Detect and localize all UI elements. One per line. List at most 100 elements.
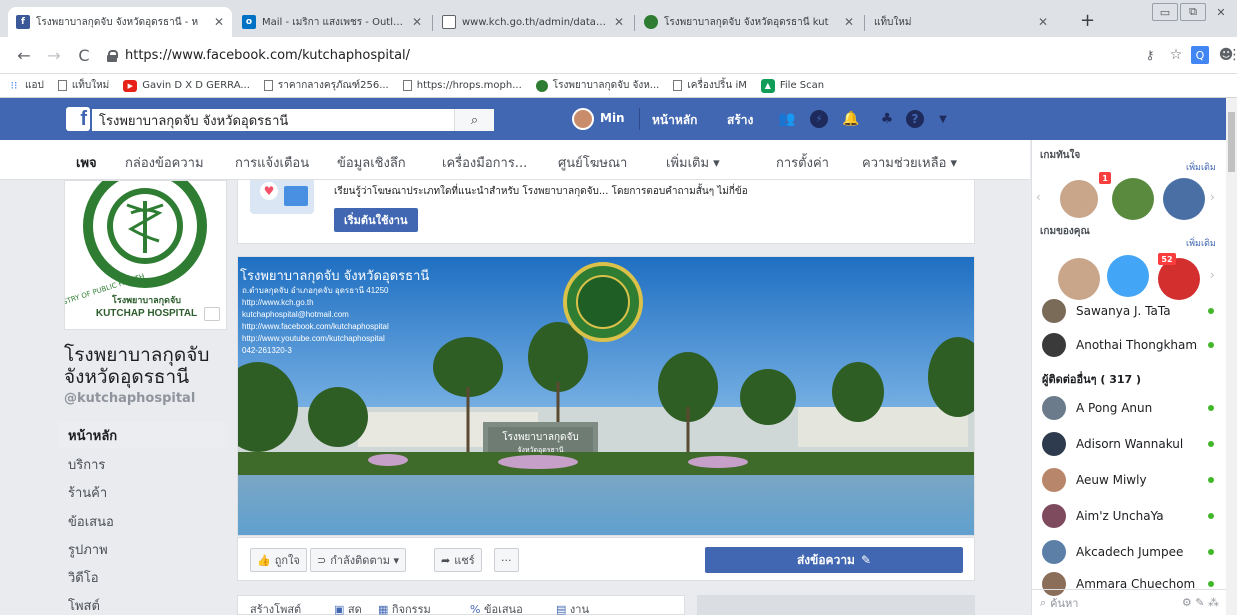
like-button[interactable]: 👍 ถูกใจ xyxy=(250,548,307,572)
new-tab-button[interactable]: + xyxy=(1080,10,1095,31)
your-games-more-link[interactable]: เพิ่มเติม xyxy=(1186,236,1216,250)
contact-item[interactable]: Akcadech Jumpee xyxy=(1042,538,1222,566)
game-thumbnail[interactable] xyxy=(1107,255,1149,297)
bookmark-item[interactable]: ราคากลางครุภัณฑ์256... xyxy=(263,78,389,93)
tab-ad-center[interactable]: ศูนย์โฆษณา xyxy=(558,152,627,173)
bookmark-apps[interactable]: ⁝⁝ แอป xyxy=(8,78,44,93)
page-handle[interactable]: @kutchaphospital xyxy=(64,391,195,406)
contact-item[interactable]: Sawanya J. TaTa xyxy=(1042,297,1222,325)
scrollbar-thumb[interactable] xyxy=(1228,112,1235,172)
close-icon[interactable]: ✕ xyxy=(214,15,224,29)
close-icon[interactable]: ✕ xyxy=(614,15,624,29)
profile-picture[interactable]: MINISTRY OF PUBLIC HEALTH โรงพยาบาลกุดจั… xyxy=(64,180,227,330)
event-tab[interactable]: ▦ กิจกรรม xyxy=(378,600,431,615)
contact-item[interactable]: Aim'z UnchaYa xyxy=(1042,502,1222,530)
close-icon[interactable]: ✕ xyxy=(412,15,422,29)
contact-item[interactable]: Anothai Thongkham xyxy=(1042,331,1222,359)
bell-icon[interactable]: 🔔 xyxy=(842,110,860,128)
close-icon[interactable]: ✕ xyxy=(844,15,854,29)
forward-arrow-icon[interactable]: → xyxy=(44,45,64,65)
bookmark-item[interactable]: ▶ Gavin D X D GERRA... xyxy=(123,79,250,92)
cover-photo[interactable]: โรงพยาบาลกุดจับ จังหวัดอุดรธานี ถ.ตำบลกุ… xyxy=(237,256,975,536)
close-icon[interactable]: ✕ xyxy=(1038,15,1048,29)
bookmark-item[interactable]: https://hrops.moph... xyxy=(402,80,522,91)
tab-more[interactable]: เพิ่มเติม ▾ xyxy=(666,152,720,173)
quick-help-icon[interactable]: ♣ xyxy=(878,110,896,128)
browser-tab-facebook[interactable]: f โรงพยาบาลกุดจับ จังหวัดอุดรธานี - ห ✕ xyxy=(8,7,232,37)
back-arrow-icon[interactable]: ← xyxy=(14,45,34,65)
facebook-search-input[interactable]: โรงพยาบาลกุดจับ จังหวัดอุดรธานี ⌕ xyxy=(92,109,494,131)
more-options-button[interactable]: ··· xyxy=(494,548,519,572)
tab-publishing-tools[interactable]: เครื่องมือการ... xyxy=(442,152,527,173)
star-icon[interactable]: ☆ xyxy=(1166,45,1186,65)
get-started-button[interactable]: เริ่มต้นใช้งาน xyxy=(334,208,418,232)
messenger-icon[interactable]: ⚡ xyxy=(810,110,828,128)
menu-dots-icon[interactable]: ⋮ xyxy=(1228,45,1237,65)
browser-tab-kch-admin[interactable]: www.kch.go.th/admin/datacente ✕ xyxy=(434,7,632,37)
nav-photos[interactable]: รูปภาพ xyxy=(58,536,228,562)
tab-notifications[interactable]: การแจ้งเตือน xyxy=(235,152,309,173)
avatar xyxy=(1042,432,1066,456)
help-icon[interactable]: ? xyxy=(906,110,924,128)
extension-icon[interactable]: Q xyxy=(1191,46,1209,64)
games-more-link[interactable]: เพิ่มเติม xyxy=(1186,160,1216,174)
chevron-left-icon[interactable]: ‹ xyxy=(1036,190,1041,204)
bookmark-item[interactable]: โรงพยาบาลกุดจับ จังห... xyxy=(535,78,659,93)
bookmark-item[interactable]: แท็บใหม่ xyxy=(57,78,109,93)
chevron-right-icon[interactable]: › xyxy=(1210,268,1215,282)
create-link[interactable]: สร้าง xyxy=(727,111,753,130)
contact-item[interactable]: Adisorn Wannakul xyxy=(1042,430,1222,458)
follow-button[interactable]: ⊃ กำลังติดตาม ▾ xyxy=(310,548,407,572)
share-button[interactable]: ➦ แชร์ xyxy=(434,548,482,572)
nav-offers[interactable]: ข้อเสนอ xyxy=(58,508,228,534)
account-menu-icon[interactable]: ▼ xyxy=(934,110,952,128)
game-thumbnail[interactable] xyxy=(1112,178,1154,220)
close-window-icon[interactable]: ✕ xyxy=(1208,3,1234,21)
friends-icon[interactable]: 👥 xyxy=(778,110,796,128)
key-icon[interactable]: ⚷ xyxy=(1140,45,1160,65)
minimize-icon[interactable]: ▭ xyxy=(1152,3,1178,21)
game-thumbnail[interactable] xyxy=(1058,258,1100,300)
reload-icon[interactable]: C xyxy=(74,45,94,65)
online-status-dot xyxy=(1208,477,1214,483)
nav-shop[interactable]: ร้านค้า xyxy=(58,479,228,505)
contact-item[interactable]: A Pong Anun xyxy=(1042,394,1222,422)
chat-search-input[interactable]: ⌕ ค้นหา ⚙ ✎ ⁂ xyxy=(1032,589,1227,615)
browser-tab-outlook[interactable]: o Mail - เมริกา แสงเพชร - Outlook ✕ xyxy=(234,7,430,37)
tab-settings[interactable]: การตั้งค่า xyxy=(776,152,829,173)
game-thumbnail[interactable] xyxy=(1163,178,1205,220)
browser-tab-newtab[interactable]: แท็บใหม่ ✕ xyxy=(866,7,1056,37)
bookmark-item[interactable]: เครื่องปริ้น iM xyxy=(673,78,747,93)
chat-settings-icon[interactable]: ⚙ ✎ ⁂ xyxy=(1182,596,1219,609)
nav-videos[interactable]: วิดีโอ xyxy=(58,564,228,590)
game-thumbnail[interactable] xyxy=(1058,178,1100,220)
tab-insights[interactable]: ข้อมูลเชิงลึก xyxy=(337,152,406,173)
tab-page[interactable]: เพจ xyxy=(76,152,97,173)
bookmark-item[interactable]: ▲ File Scan xyxy=(760,78,824,93)
address-bar[interactable]: https://www.facebook.com/kutchaphospital… xyxy=(107,43,1147,67)
browser-tab-hospital[interactable]: โรงพยาบาลกุดจับ จังหวัดอุดรธานี kut ✕ xyxy=(636,7,862,37)
offer-tab[interactable]: % ข้อเสนอ xyxy=(470,600,523,615)
create-post-tab[interactable]: สร้างโพสต์ xyxy=(250,600,301,615)
avatar[interactable] xyxy=(572,108,594,130)
hospital-icon xyxy=(535,79,548,92)
send-message-button[interactable]: ส่งข้อความ ✎ xyxy=(705,547,963,573)
chevron-right-icon[interactable]: › xyxy=(1210,190,1215,204)
contact-item[interactable]: Aeuw Miwly xyxy=(1042,466,1222,494)
search-icon[interactable]: ⌕ xyxy=(454,109,494,131)
photo-tab[interactable]: ▣ สด xyxy=(334,600,362,615)
tab-divider xyxy=(864,15,865,31)
restore-icon[interactable]: ⧉ xyxy=(1180,3,1206,21)
user-name-link[interactable]: Min xyxy=(600,111,625,125)
nav-services[interactable]: บริการ xyxy=(58,451,228,477)
home-link[interactable]: หน้าหลัก xyxy=(652,111,697,130)
facebook-logo-icon[interactable]: f xyxy=(66,107,90,131)
nav-home[interactable]: หน้าหลัก xyxy=(58,422,228,448)
tab-inbox[interactable]: กล่องข้อความ xyxy=(125,152,204,173)
page-scrollbar[interactable] xyxy=(1226,98,1237,615)
youtube-icon: ▶ xyxy=(123,79,138,92)
job-tab[interactable]: ▤ งาน xyxy=(556,600,589,615)
camera-icon[interactable] xyxy=(204,307,220,321)
nav-posts[interactable]: โพสต์ xyxy=(58,592,228,615)
tab-help[interactable]: ความช่วยเหลือ ▾ xyxy=(862,152,957,173)
